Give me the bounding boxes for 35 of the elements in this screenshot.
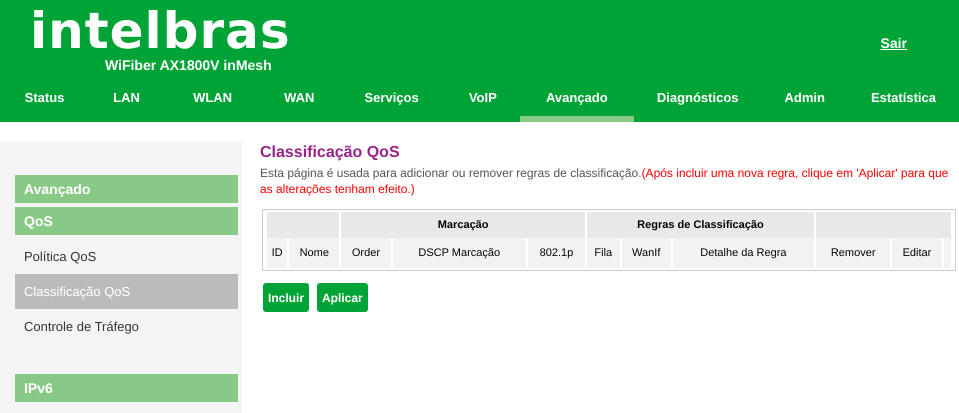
column-header: DSCP Marcação: [392, 238, 526, 268]
sidebar-item[interactable]: Política QoS: [15, 239, 238, 274]
sidebar-item[interactable]: Controle de Tráfego: [15, 309, 238, 344]
nav-tab[interactable]: Serviços: [337, 84, 446, 122]
sidebar-section[interactable]: IPv6: [15, 374, 238, 402]
sidebar-item[interactable]: Classificação QoS: [15, 274, 238, 309]
action-button[interactable]: Incluir: [263, 283, 310, 312]
column-header: WanIf: [622, 238, 671, 268]
column-header: Order: [341, 238, 391, 268]
column-header: Nome: [289, 238, 340, 268]
column-header: Remover: [816, 238, 890, 268]
nav-tab[interactable]: WAN: [261, 84, 338, 122]
nav-tab[interactable]: Status: [0, 84, 90, 122]
column-header: ID: [267, 238, 288, 268]
column-header: Fila: [586, 238, 620, 268]
model-name: WiFiber AX1800V inMesh: [105, 57, 273, 73]
logo: intelbras: [30, 4, 291, 58]
group-header: Marcação: [341, 212, 585, 238]
column-header: Editar: [892, 238, 942, 268]
nav-tab[interactable]: VoIP: [446, 84, 520, 122]
sidebar-section[interactable]: Avançado: [15, 175, 238, 203]
nav-tab[interactable]: Diagnósticos: [634, 84, 762, 122]
page-title: Classificação QoS: [260, 144, 401, 162]
logout-link[interactable]: Sair: [880, 35, 907, 51]
action-button[interactable]: Aplicar: [317, 283, 368, 312]
nav-tab[interactable]: Estatística: [848, 84, 959, 122]
sidebar-section[interactable]: QoS: [15, 207, 238, 235]
group-header: Regras de Classificação: [586, 212, 814, 238]
nav-tab[interactable]: Admin: [762, 84, 848, 122]
nav-tab[interactable]: Avançado: [520, 84, 634, 122]
column-header: Detalhe da Regra: [672, 238, 814, 268]
column-header: 802.1p: [528, 238, 585, 268]
page-description: Esta página é usada para adicionar ou remover regras de classificação.(Após incluir uma nova regra, clique em 'Aplicar' para que as alterações tenham efeito.): [260, 165, 950, 197]
nav-tab[interactable]: LAN: [89, 84, 164, 122]
nav-tab[interactable]: WLAN: [164, 84, 262, 122]
